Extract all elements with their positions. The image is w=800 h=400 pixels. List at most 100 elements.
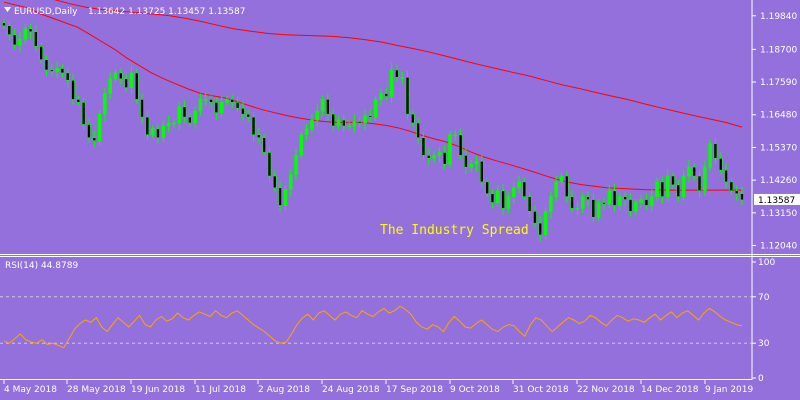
candle (511, 182, 516, 204)
candle-body-bull (108, 78, 112, 94)
candle (246, 110, 251, 122)
candle (198, 93, 203, 116)
time-tick-label: 22 Nov 2018 (577, 385, 635, 395)
candle-body-bear (734, 190, 739, 194)
candle-body-bull (150, 128, 155, 136)
candle-body-bull (453, 134, 458, 137)
candle (225, 95, 229, 106)
candle (193, 106, 197, 129)
candle (182, 100, 187, 123)
candle (28, 23, 33, 39)
candle (23, 24, 28, 44)
dropdown-triangle-icon[interactable] (4, 7, 11, 12)
candle (12, 28, 17, 50)
candle (209, 95, 213, 108)
ohlc-values: 1.13642 1.13725 1.13457 1.13587 (88, 7, 245, 17)
time-tick-label: 9 Jan 2019 (705, 385, 753, 395)
candle-body-bear (28, 28, 33, 32)
time-tick-label: 2 Aug 2018 (258, 385, 310, 395)
candle-body-bear (331, 113, 335, 127)
candle-body-bear (464, 155, 468, 168)
candle-body-bear (267, 152, 272, 177)
candle-body-bear (623, 196, 627, 200)
candle-body-bull (596, 202, 601, 218)
candle-body-bull (55, 68, 59, 72)
price-axis: 1.19840 1.18700 1.17590 1.16480 1.15370 1.142… (752, 12, 797, 252)
candle-body-bear (119, 72, 123, 80)
candle (18, 31, 22, 52)
candle-body-bull (432, 155, 436, 159)
candle-body-bear (591, 199, 596, 218)
candle-body-bull (687, 166, 691, 177)
candle (150, 125, 155, 139)
candle (400, 72, 405, 85)
candle (357, 117, 362, 128)
candle-body-bear (134, 72, 139, 100)
candle (257, 128, 261, 144)
candle-body-bull (634, 202, 638, 212)
candle-body-bear (480, 160, 484, 183)
candle (448, 131, 452, 168)
current-price-tag: 1.13587 (754, 193, 800, 206)
candle-body-bear (570, 196, 574, 209)
time-tick-label: 4 May 2018 (4, 385, 57, 395)
candle (591, 193, 596, 223)
candle (262, 134, 266, 156)
candle (315, 104, 320, 127)
candle-body-bear (209, 99, 213, 103)
candle-body-bear (76, 99, 81, 103)
candle-body-bear (71, 79, 75, 100)
symbol-label: EURUSD,Daily (14, 7, 78, 17)
candle (294, 148, 298, 180)
candle-body-bull (283, 188, 288, 206)
candle (49, 64, 54, 76)
candle (634, 198, 638, 215)
candle (437, 147, 442, 163)
candle-body-bear (602, 202, 606, 205)
trading-chart-window[interactable]: 1.13587 1.19840 1.18700 1.17590 1.16480 1.15… (0, 0, 800, 400)
candle (129, 65, 134, 95)
candle (618, 192, 622, 211)
candle (320, 95, 325, 116)
candle (729, 177, 734, 196)
candle (517, 175, 521, 194)
candle-body-bull (198, 99, 203, 112)
candle-body-bear (156, 128, 160, 139)
candle (692, 163, 697, 181)
candle-body-bull (310, 119, 314, 130)
candle-body-bull (607, 190, 612, 205)
candle-body-bull (618, 196, 622, 206)
price-tick-label: 1.13150 (760, 209, 797, 219)
candle-body-bear (2, 22, 6, 27)
candle-body-bear (660, 181, 665, 197)
candle-body-bear (44, 59, 49, 71)
candle-body-bear (538, 222, 543, 236)
candle-body-bull (219, 102, 224, 113)
candle (628, 193, 633, 217)
candle (283, 185, 288, 211)
candle (304, 124, 309, 141)
rsi-tick-label: 70 (758, 293, 770, 303)
candle (697, 170, 702, 198)
candle-body-bull (166, 122, 171, 127)
candle (172, 118, 176, 128)
candle (458, 128, 463, 160)
candle (464, 148, 468, 174)
candle (60, 64, 65, 78)
candle-body-bear (740, 193, 744, 201)
chart-canvas[interactable]: 1.13587 1.19840 1.18700 1.17590 1.16480 1.15… (0, 0, 800, 400)
candle-body-bear (724, 169, 728, 183)
candle (442, 145, 447, 170)
candle (267, 147, 272, 182)
rsi-tick-label: 100 (758, 258, 775, 268)
candle (639, 194, 643, 209)
time-tick-label: 19 Jun 2018 (131, 385, 185, 395)
candle (230, 94, 235, 109)
candle (124, 72, 128, 92)
candle (623, 191, 627, 207)
candle (87, 118, 91, 142)
candle (71, 73, 75, 105)
candle (580, 192, 585, 214)
time-tick-label: 11 Jul 2018 (195, 385, 246, 395)
candle (586, 191, 590, 207)
